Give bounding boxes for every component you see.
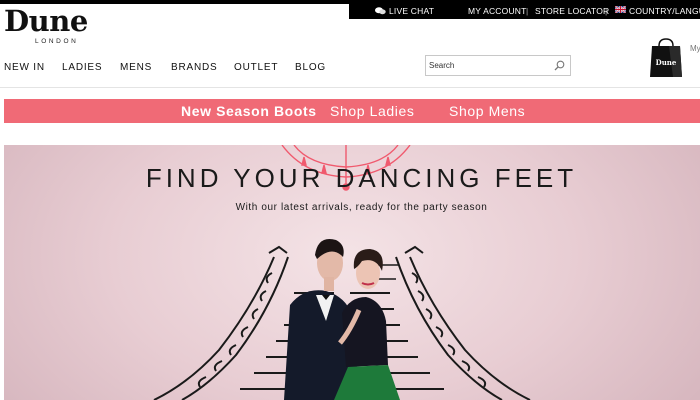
header-divider — [0, 87, 700, 88]
store-locator-link[interactable]: STORE LOCATOR — [535, 6, 609, 16]
nav-item-outlet[interactable]: OUTLET — [234, 62, 278, 73]
promo-bar: New Season Boots Shop Ladies Shop Mens — [4, 99, 700, 123]
uk-flag-icon[interactable] — [615, 6, 626, 13]
country-language-link[interactable]: COUNTRY/LANGUA — [629, 6, 700, 16]
live-chat-link[interactable]: LIVE CHAT — [389, 6, 434, 16]
shop-ladies-link[interactable]: Shop Ladies — [330, 103, 414, 119]
brand-subtitle: LONDON — [35, 38, 79, 45]
utility-separator: | — [526, 6, 529, 16]
brand-logo[interactable]: Dune LONDON — [4, 4, 88, 45]
brand-name: Dune — [4, 4, 88, 38]
search-input[interactable] — [429, 58, 549, 73]
shopping-bag-icon[interactable]: Dune — [649, 38, 683, 78]
nav-item-brands[interactable]: BRANDS — [171, 62, 217, 73]
search-box — [425, 55, 571, 76]
search-icon[interactable] — [554, 60, 565, 71]
nav-item-blog[interactable]: BLOG — [295, 62, 326, 73]
hero-subtitle: With our latest arrivals, ready for the … — [235, 202, 488, 213]
promo-headline[interactable]: New Season Boots — [181, 103, 317, 119]
utility-separator: | — [605, 6, 608, 16]
shop-mens-link[interactable]: Shop Mens — [449, 103, 525, 119]
nav-item-mens[interactable]: MENS — [120, 62, 152, 73]
nav-item-ladies[interactable]: LADIES — [62, 62, 102, 73]
bag-label[interactable]: My — [690, 44, 700, 53]
utility-bar: LIVE CHAT MY ACCOUNT | STORE LOCATOR | C… — [349, 4, 700, 19]
nav-item-new-in[interactable]: NEW IN — [4, 62, 45, 73]
hero-banner[interactable]: FIND YOUR DANCING FEET With our latest a… — [4, 145, 700, 400]
my-account-link[interactable]: MY ACCOUNT — [468, 6, 527, 16]
dancing-couple-photo — [284, 239, 400, 400]
chat-icon — [375, 7, 386, 15]
hero-title: FIND YOUR DANCING FEET — [145, 163, 578, 193]
bag-brand-text: Dune — [656, 58, 677, 67]
